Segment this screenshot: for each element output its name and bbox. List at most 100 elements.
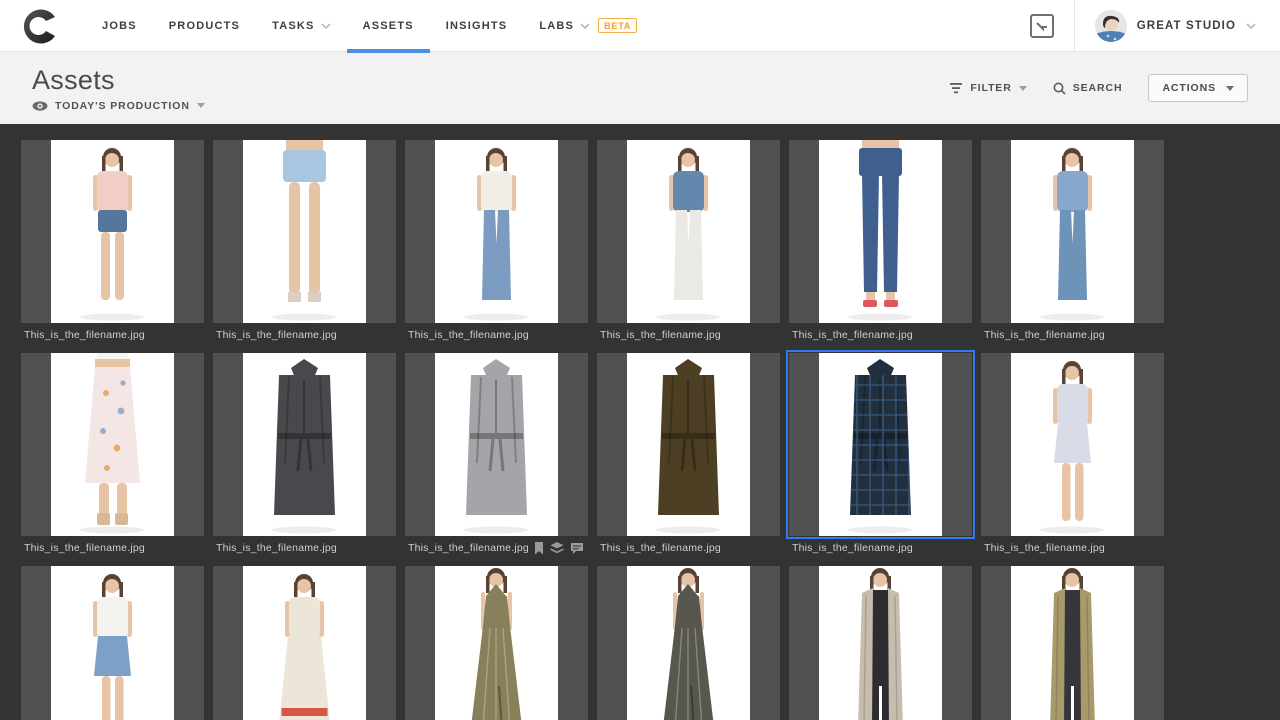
asset-filename: This_is_the_filename.jpg bbox=[984, 542, 1105, 554]
nav-item-tasks[interactable]: TASKS bbox=[256, 0, 346, 52]
nav-item-label: LABS bbox=[539, 20, 574, 32]
asset-thumbnail[interactable] bbox=[981, 353, 1164, 536]
search-label: SEARCH bbox=[1073, 82, 1123, 94]
nav-item-assets[interactable]: ASSETS bbox=[347, 0, 430, 52]
asset-photo-art bbox=[627, 140, 750, 323]
image-review-icon bbox=[1035, 19, 1049, 33]
asset-thumbnail[interactable] bbox=[213, 353, 396, 536]
chevron-down-icon bbox=[580, 23, 590, 29]
asset-photo-art bbox=[51, 140, 174, 323]
asset-photo bbox=[627, 140, 750, 323]
asset-thumbnail[interactable] bbox=[21, 566, 204, 720]
asset-card[interactable]: This_is_the_filename.jpg bbox=[405, 140, 588, 345]
asset-thumbnail[interactable] bbox=[789, 566, 972, 720]
asset-card[interactable]: This_is_the_filename.jpg bbox=[213, 566, 396, 720]
comment-icon[interactable] bbox=[570, 542, 584, 554]
asset-photo-art bbox=[243, 140, 366, 323]
asset-meta: This_is_the_filename.jpg bbox=[597, 323, 780, 345]
asset-card[interactable]: This_is_the_filename.jpg bbox=[21, 353, 204, 558]
asset-photo-art bbox=[1011, 353, 1134, 536]
nav-item-products[interactable]: PRODUCTS bbox=[153, 0, 256, 52]
asset-photo bbox=[627, 353, 750, 536]
account-menu[interactable]: GREAT STUDIO bbox=[1095, 10, 1256, 42]
asset-meta: This_is_the_filename.jpg bbox=[21, 323, 204, 345]
asset-thumbnail[interactable] bbox=[981, 566, 1164, 720]
nav-item-jobs[interactable]: JOBS bbox=[86, 0, 153, 52]
asset-card[interactable]: This_is_the_filename.jpg bbox=[789, 140, 972, 345]
asset-card[interactable]: This_is_the_filename.jpg bbox=[405, 566, 588, 720]
asset-photo bbox=[819, 566, 942, 720]
asset-card[interactable]: This_is_the_filename.jpg bbox=[597, 140, 780, 345]
chevron-down-icon bbox=[321, 23, 331, 29]
asset-card[interactable]: This_is_the_filename.jpg bbox=[789, 353, 972, 558]
asset-meta: This_is_the_filename.jpg bbox=[789, 536, 972, 558]
asset-photo bbox=[243, 353, 366, 536]
asset-filename: This_is_the_filename.jpg bbox=[216, 542, 337, 554]
asset-thumbnail[interactable] bbox=[597, 353, 780, 536]
asset-photo-art bbox=[51, 353, 174, 536]
asset-card[interactable]: This_is_the_filename.jpg bbox=[789, 566, 972, 720]
nav-item-labs[interactable]: LABS BETA bbox=[523, 0, 653, 52]
asset-card[interactable]: This_is_the_filename.jpg bbox=[213, 140, 396, 345]
asset-photo bbox=[435, 353, 558, 536]
asset-filename: This_is_the_filename.jpg bbox=[408, 329, 529, 341]
production-scope-dropdown[interactable]: TODAY'S PRODUCTION bbox=[32, 100, 205, 112]
nav-item-label: INSIGHTS bbox=[446, 20, 508, 32]
asset-meta: This_is_the_filename.jpg bbox=[597, 536, 780, 558]
asset-meta: This_is_the_filename.jpg bbox=[405, 536, 588, 558]
asset-photo bbox=[627, 566, 750, 720]
layers-icon[interactable] bbox=[550, 542, 564, 554]
asset-thumbnail[interactable] bbox=[21, 353, 204, 536]
asset-status-icons bbox=[534, 542, 584, 555]
asset-thumbnail[interactable] bbox=[405, 566, 588, 720]
asset-card[interactable]: This_is_the_filename.jpg bbox=[981, 353, 1164, 558]
asset-thumbnail[interactable] bbox=[405, 353, 588, 536]
asset-thumbnail[interactable] bbox=[405, 140, 588, 323]
asset-photo bbox=[1011, 353, 1134, 536]
nav-item-insights[interactable]: INSIGHTS bbox=[430, 0, 524, 52]
asset-card[interactable]: This_is_the_filename.jpg bbox=[405, 353, 588, 558]
asset-card[interactable]: This_is_the_filename.jpg bbox=[597, 566, 780, 720]
asset-card[interactable]: This_is_the_filename.jpg bbox=[21, 140, 204, 345]
chevron-down-icon bbox=[1226, 86, 1234, 91]
asset-card[interactable]: This_is_the_filename.jpg bbox=[981, 140, 1164, 345]
nav-divider bbox=[1074, 0, 1075, 52]
asset-photo-art bbox=[435, 566, 558, 720]
asset-photo-art bbox=[243, 353, 366, 536]
filter-control[interactable]: FILTER bbox=[949, 82, 1026, 94]
asset-card[interactable]: This_is_the_filename.jpg bbox=[21, 566, 204, 720]
search-control[interactable]: SEARCH bbox=[1053, 82, 1123, 95]
beta-badge: BETA bbox=[598, 18, 637, 33]
asset-photo-art bbox=[819, 140, 942, 323]
image-review-button[interactable] bbox=[1030, 14, 1054, 38]
eye-icon bbox=[32, 101, 48, 111]
chevron-down-icon bbox=[197, 103, 205, 108]
nav-item-label: PRODUCTS bbox=[169, 20, 240, 32]
asset-filename: This_is_the_filename.jpg bbox=[216, 329, 337, 341]
asset-thumbnail[interactable] bbox=[213, 140, 396, 323]
asset-meta: This_is_the_filename.jpg bbox=[405, 323, 588, 345]
asset-photo-art bbox=[435, 140, 558, 323]
asset-thumbnail[interactable] bbox=[789, 140, 972, 323]
asset-thumbnail[interactable] bbox=[981, 140, 1164, 323]
asset-card[interactable]: This_is_the_filename.jpg bbox=[213, 353, 396, 558]
creative-force-c-logo[interactable] bbox=[22, 7, 58, 45]
asset-photo bbox=[243, 140, 366, 323]
asset-thumbnail[interactable] bbox=[597, 140, 780, 323]
asset-thumbnail[interactable] bbox=[597, 566, 780, 720]
chevron-down-icon bbox=[1019, 86, 1027, 91]
asset-card[interactable]: This_is_the_filename.jpg bbox=[597, 353, 780, 558]
asset-filename: This_is_the_filename.jpg bbox=[24, 542, 145, 554]
asset-thumbnail[interactable] bbox=[213, 566, 396, 720]
asset-thumbnail[interactable] bbox=[21, 140, 204, 323]
actions-button[interactable]: ACTIONS bbox=[1148, 74, 1248, 102]
primary-nav: JOBS PRODUCTS TASKSASSETS INSIGHTS LABS BETA bbox=[86, 0, 653, 52]
asset-thumbnail-selected[interactable] bbox=[789, 353, 972, 536]
asset-grid: This_is_the_filename.jpg This_is_the_fil… bbox=[21, 140, 1280, 720]
asset-card[interactable]: This_is_the_filename.jpg bbox=[981, 566, 1164, 720]
bookmark-icon[interactable] bbox=[534, 542, 544, 555]
filter-icon bbox=[949, 83, 963, 94]
asset-meta: This_is_the_filename.jpg bbox=[213, 536, 396, 558]
asset-filename: This_is_the_filename.jpg bbox=[792, 542, 913, 554]
asset-filename: This_is_the_filename.jpg bbox=[984, 329, 1105, 341]
